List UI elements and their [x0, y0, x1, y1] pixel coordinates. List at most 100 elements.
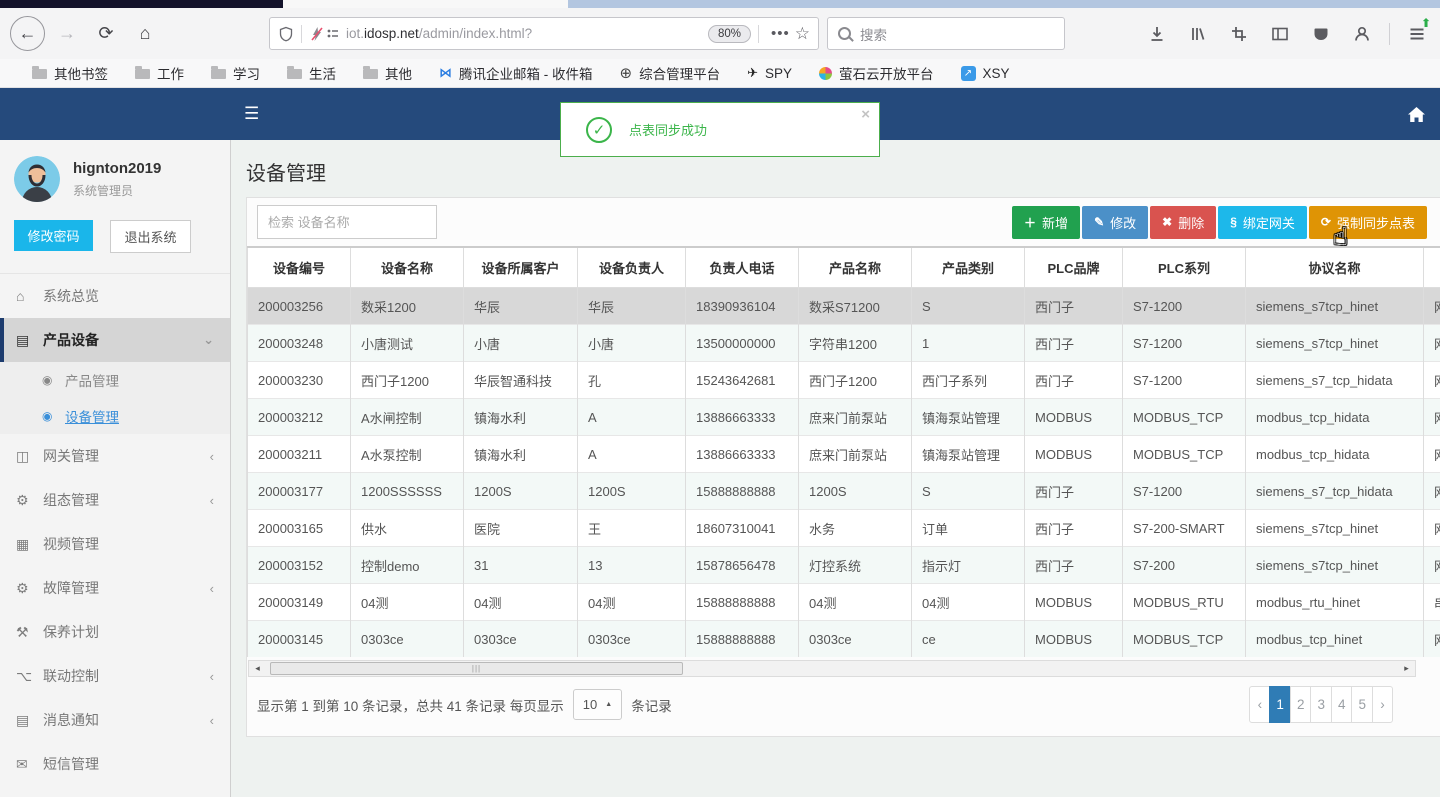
sidebar-item[interactable]: ▦ 视频管理: [0, 522, 230, 566]
sidebar-item[interactable]: ⚙ 组态管理 ‹: [0, 478, 230, 522]
flash-blocked-icon[interactable]: [309, 26, 325, 42]
sidebar-item[interactable]: ▤ 产品设备 ⌄: [0, 318, 230, 362]
pager-page-3[interactable]: 3: [1310, 686, 1332, 723]
account-icon[interactable]: [1353, 25, 1371, 43]
zoom-level-badge[interactable]: 80%: [707, 24, 751, 43]
sidebar-item[interactable]: ⚙ 故障管理 ‹: [0, 566, 230, 610]
device-search-input[interactable]: [257, 205, 437, 239]
table-cell: A: [577, 435, 686, 473]
screenshot-icon[interactable]: [1230, 25, 1248, 43]
url-bar[interactable]: iot.idosp.net/admin/index.html? 80% ••• …: [269, 17, 819, 50]
library-icon[interactable]: [1189, 25, 1207, 43]
bookmark-item[interactable]: 学习: [211, 63, 260, 83]
logout-button[interactable]: 退出系统: [110, 220, 191, 253]
toolbar-button-pencil[interactable]: ✎ 修改: [1082, 205, 1149, 239]
toolbar-button-link[interactable]: § 绑定网关: [1218, 205, 1307, 239]
toast-close-icon[interactable]: ×: [861, 106, 870, 123]
column-header[interactable]: 负责人电话: [685, 246, 799, 288]
toolbar-button-cross[interactable]: ✖ 删除: [1150, 205, 1217, 239]
table-cell: 网口: [1423, 398, 1440, 436]
bookmark-item[interactable]: ⋈ 腾讯企业邮箱 - 收件箱: [439, 63, 593, 83]
scrollbar-thumb[interactable]: |||: [270, 662, 683, 675]
pager-prev[interactable]: ‹: [1249, 686, 1271, 723]
sidebar-item[interactable]: ⌂ 系统总览: [0, 274, 230, 318]
column-header[interactable]: 设备负责人: [577, 246, 686, 288]
pager-page-4[interactable]: 4: [1330, 686, 1353, 723]
column-header[interactable]: 协议名称: [1245, 246, 1424, 288]
avatar[interactable]: [14, 156, 60, 202]
pocket-icon[interactable]: [1312, 25, 1330, 43]
column-header[interactable]: 通讯方式: [1423, 246, 1440, 288]
chevron-left-icon: ‹: [209, 492, 214, 508]
table-row[interactable]: 200003152 控制demo 31 13 15878656478 灯控系统 指示灯 西门子…: [247, 546, 1440, 584]
pagination-info-suffix: 条记录: [631, 698, 672, 714]
pagination-bar: 显示第 1 到第 10 条记录，总共 41 条记录 每页显示 10 ▲ 条记录 …: [247, 677, 1393, 736]
browser-search[interactable]: 搜索: [827, 17, 1065, 50]
sidebar-item[interactable]: ✉ 短信管理: [0, 742, 230, 786]
bookmark-star-icon[interactable]: ☆: [795, 24, 810, 44]
column-header[interactable]: 设备编号: [247, 246, 351, 288]
bookmark-label: SPY: [764, 65, 792, 81]
sidebar-item[interactable]: ⚒ 保养计划: [0, 610, 230, 654]
column-header[interactable]: PLC品牌: [1024, 246, 1123, 288]
page-actions-icon[interactable]: •••: [771, 25, 790, 42]
table-cell: 串口: [1423, 583, 1440, 621]
table-row[interactable]: 200003212 A水闸控制 镇海水利 A 13886663333 庶来门前泵站 镇海泵站…: [247, 398, 1440, 436]
nav-home-icon[interactable]: [1408, 106, 1425, 122]
change-password-button[interactable]: 修改密码: [14, 220, 93, 251]
sidebar-item[interactable]: ◫ 网关管理 ‹: [0, 434, 230, 478]
bookmark-item[interactable]: 其他: [363, 63, 412, 83]
pager-page-1[interactable]: 1: [1269, 686, 1291, 723]
table-row[interactable]: 200003177 1200SSSSSS 1200S 1200S 15888888888…: [247, 472, 1440, 510]
tabstrip-active-tab[interactable]: [283, 0, 568, 8]
submenu-item[interactable]: ◉ 产品管理: [0, 362, 230, 398]
bookmark-item[interactable]: 其他书签: [32, 63, 108, 83]
sidebar-item[interactable]: ▤ 消息通知 ‹: [0, 698, 230, 742]
table-row[interactable]: 200003149 04测 04测 04测 15888888888 04测 04测 MODBU…: [247, 583, 1440, 621]
table-row[interactable]: 200003211 A水泵控制 镇海水利 A 13886663333 庶来门前泵站 镇海泵站…: [247, 435, 1440, 473]
bookmark-item[interactable]: ✈ SPY: [747, 65, 792, 81]
column-header[interactable]: 设备所属客户: [463, 246, 578, 288]
pager-page-2[interactable]: 2: [1289, 686, 1312, 723]
permissions-icon[interactable]: [325, 26, 341, 42]
panel-toolbar: ＋ 新增 ✎ 修改 ✖ 删除 § 绑定网关 ⟳ 强制同步点表: [247, 198, 1440, 246]
downloads-icon[interactable]: [1148, 25, 1166, 43]
column-header[interactable]: 产品名称: [798, 246, 912, 288]
table-row[interactable]: 200003145 0303ce 0303ce 0303ce 15888888888 03…: [247, 620, 1440, 657]
table-row[interactable]: 200003248 小唐测试 小唐 小唐 13500000000 字符串1200 1 西门子 S…: [247, 324, 1440, 362]
back-button[interactable]: ←: [10, 16, 45, 51]
bookmark-item[interactable]: 萤石云开放平台: [819, 63, 934, 83]
sidebar-item[interactable]: ⌥ 联动控制 ‹: [0, 654, 230, 698]
bookmark-item[interactable]: ⊕ 综合管理平台: [620, 63, 721, 83]
bookmark-label: XSY: [982, 65, 1010, 81]
table-row[interactable]: 200003230 西门子1200 华辰智通科技孔 15243642681 西门子120…: [247, 361, 1440, 399]
pager-page-5[interactable]: 5: [1351, 686, 1373, 723]
shield-icon[interactable]: [278, 26, 294, 42]
table-row[interactable]: 200003165 供水 医院王 18607310041 水务 订单 西门子 S7-200-S…: [247, 509, 1440, 547]
pager-next[interactable]: ›: [1372, 686, 1393, 723]
bookmark-item[interactable]: ↗ XSY: [960, 65, 1010, 81]
bookmark-item[interactable]: 生活: [287, 63, 336, 83]
menu-hamburger-icon[interactable]: ⬆: [1408, 16, 1431, 43]
forward-button[interactable]: →: [52, 19, 82, 49]
page-size-select[interactable]: 10 ▲: [572, 689, 623, 720]
table-row[interactable]: 200003256 数采1200 华辰 华辰 18390936104 数采S71200 S 西…: [247, 287, 1440, 325]
column-header[interactable]: 产品类别: [911, 246, 1025, 288]
sidebar-item[interactable]: ◫大屏管理: [0, 786, 230, 797]
submenu-item[interactable]: ◉ 设备管理: [0, 398, 230, 434]
reload-button[interactable]: ⟳: [91, 19, 121, 49]
column-header[interactable]: PLC系列: [1122, 246, 1246, 288]
sidebar-toggle-icon[interactable]: ☰: [244, 104, 259, 124]
browser-home-button[interactable]: ⌂: [130, 19, 160, 49]
toolbar-button-plus[interactable]: ＋ 新增: [1012, 205, 1081, 239]
toolbar-button-refresh[interactable]: ⟳ 强制同步点表: [1308, 205, 1427, 239]
column-header[interactable]: 设备名称: [350, 246, 464, 288]
table-cell: 镇海水利: [463, 398, 578, 436]
scroll-right-arrow[interactable]: ▸: [1399, 661, 1414, 676]
envelope-icon: ✉: [16, 755, 28, 772]
horizontal-scrollbar[interactable]: ◂ ||| ▸: [248, 660, 1416, 677]
scroll-left-arrow[interactable]: ◂: [250, 661, 265, 676]
bookmark-item[interactable]: 工作: [135, 63, 184, 83]
sidebar-toggle-browser-icon[interactable]: [1271, 25, 1289, 43]
page-size-value: 10: [582, 697, 598, 712]
